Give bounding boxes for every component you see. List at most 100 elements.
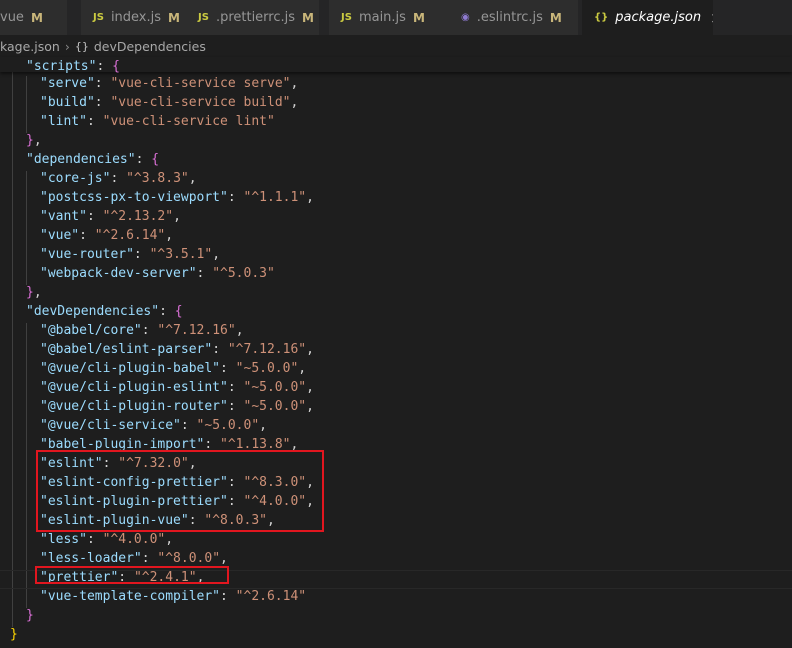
code-line: "lint": "vue-cli-service lint" [40,112,275,131]
indent-guide [26,323,27,608]
json-key: "build" [40,95,95,110]
breadcrumb-symbol[interactable]: devDependencies [94,39,206,54]
code-line: "serve": "vue-cli-service serve", [40,74,298,93]
eslint-icon: ◉ [461,12,470,23]
tab-label: index.js [110,10,162,25]
punctuation: , [306,190,314,205]
modified-indicator: M [30,10,43,25]
json-string: "~5.0.0" [196,418,260,433]
json-string: "^4.0.0" [102,532,166,547]
tab-label: .prettierrc.js [215,10,296,25]
json-string: "^5.0.3" [212,266,275,281]
code-line: "@vue/cli-service": "~5.0.0", [40,416,267,435]
json-string: "^1.1.1" [243,190,307,205]
punctuation: : [94,95,111,110]
punctuation: , [306,399,314,414]
breadcrumb: kage.json › {} devDependencies [0,35,792,57]
indent-guide [12,57,13,627]
code-line: "less": "^4.0.0", [40,530,173,549]
eslint-highlight-box [36,450,324,532]
bracket: } [26,133,34,148]
indent-guide [26,76,27,133]
bracket: { [151,152,160,167]
json-key: "serve" [40,76,95,91]
punctuation: : [141,551,158,566]
punctuation: : [133,247,150,262]
code-line: } [26,606,34,625]
code-line: "scripts": { [26,57,120,76]
punctuation: : [86,209,103,224]
punctuation: , [306,342,314,357]
json-string: "^8.0.0" [157,551,221,566]
js-icon: JS [93,12,104,23]
modified-indicator: M [412,10,425,25]
json-string: "vue-cli-service lint" [102,114,275,129]
punctuation: : [212,342,228,357]
punctuation: , [220,551,228,566]
tab-package-json[interactable]: {} package.json × [582,0,714,35]
json-key: "vue-template-compiler" [40,589,221,604]
json-key: "postcss-px-to-viewport" [40,190,228,205]
code-line: "vue-router": "^3.5.1", [40,245,220,264]
json-key: "@babel/eslint-parser" [40,342,213,357]
punctuation: , [33,285,42,300]
json-string: "vue-cli-service serve" [110,76,291,91]
json-key: "dependencies" [26,152,136,167]
json-string: "~5.0.0" [235,361,299,376]
tab-prettierrc-js[interactable]: JS .prettierrc.js M [186,0,320,35]
tab-eslintrc-js[interactable]: ◉ .eslintrc.js M [449,0,579,35]
punctuation: : [96,59,113,74]
json-key: "vue" [40,228,80,243]
json-key: "core-js" [40,171,111,186]
punctuation: : [220,361,236,376]
json-string: "^7.12.16" [157,323,236,338]
js-icon: JS [341,12,352,23]
tab-label: package.json [615,10,702,25]
punctuation: : [180,418,197,433]
js-icon: JS [198,12,209,23]
code-editor[interactable]: "serve": "vue-cli-service serve", "build"… [0,57,792,648]
bracket: { [112,59,120,74]
braces-icon: {} [74,39,89,53]
tab-main-js[interactable]: JS main.js M [329,0,450,35]
punctuation: : [159,304,175,319]
tab-index-js[interactable]: JS index.js M [81,0,189,35]
modified-indicator: M [549,10,562,25]
punctuation: , [165,532,174,547]
tab-vue[interactable]: vue M [0,0,68,35]
breadcrumb-file[interactable]: kage.json [0,39,60,54]
json-string: "^2.6.14" [235,589,307,604]
punctuation: : [227,190,244,205]
code-line: "postcss-px-to-viewport": "^1.1.1", [40,188,314,207]
json-string: "vue-cli-service build" [110,95,291,110]
tab-label: vue [0,10,24,25]
json-key: "@vue/cli-service" [40,418,181,433]
json-key: "devDependencies" [26,304,160,319]
punctuation: , [259,418,267,433]
json-key: "less-loader" [40,551,142,566]
close-icon[interactable]: × [710,9,713,27]
bracket: } [26,608,34,623]
json-string: "~5.0.0" [243,399,307,414]
json-key: "webpack-dev-server" [40,266,197,281]
punctuation: : [196,266,213,281]
punctuation: : [135,152,152,167]
punctuation: , [298,361,307,376]
punctuation: , [33,133,42,148]
punctuation: , [212,247,221,262]
code-line: "build": "vue-cli-service build", [40,93,298,112]
breadcrumb-separator: › [64,38,70,54]
code-line: "vue": "^2.6.14", [40,226,173,245]
code-line: "@vue/cli-plugin-babel": "~5.0.0", [40,359,306,378]
punctuation: , [165,228,174,243]
punctuation: : [227,399,244,414]
json-key: "@vue/cli-plugin-eslint" [40,380,228,395]
punctuation: , [188,171,197,186]
code-line: "@vue/cli-plugin-eslint": "~5.0.0", [40,378,314,397]
tab-label: main.js [358,10,406,25]
punctuation: : [79,228,95,243]
bracket: } [26,285,34,300]
punctuation: : [220,589,236,604]
json-key: "less" [40,532,87,547]
braces-icon: {} [594,12,609,23]
